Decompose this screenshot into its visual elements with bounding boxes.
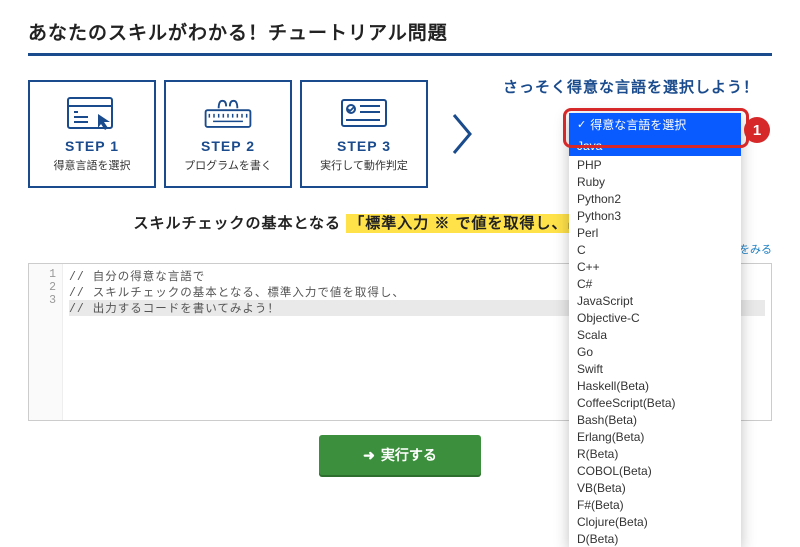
dropdown-item[interactable]: C <box>569 241 741 258</box>
dropdown-item[interactable]: Python2 <box>569 190 741 207</box>
dropdown-item[interactable]: Scala <box>569 326 741 343</box>
dropdown-item[interactable]: PHP <box>569 156 741 173</box>
dropdown-item[interactable]: Perl <box>569 224 741 241</box>
step-2-name: STEP 2 <box>201 138 255 154</box>
check-icon: ✓ <box>577 118 586 131</box>
dropdown-item[interactable]: Swift <box>569 360 741 377</box>
dropdown-item-hover[interactable]: Java <box>569 136 741 156</box>
dropdown-item[interactable]: Go <box>569 343 741 360</box>
step-3-card: STEP 3 実行して動作判定 <box>300 80 428 188</box>
dropdown-item[interactable]: Erlang(Beta) <box>569 428 741 445</box>
dropdown-item[interactable]: Python3 <box>569 207 741 224</box>
dropdown-item[interactable]: Haskell(Beta) <box>569 377 741 394</box>
step-1-desc: 得意言語を選択 <box>54 157 131 173</box>
dropdown-item[interactable]: CoffeeScript(Beta) <box>569 394 741 411</box>
steps-row: STEP 1 得意言語を選択 STEP 2 プログラムを書く STEP 3 実行… <box>28 80 490 188</box>
line-number: 1 <box>29 268 56 281</box>
run-check-icon <box>336 92 392 132</box>
dropdown-item[interactable]: Objective-C <box>569 309 741 326</box>
subhead-pre: スキルチェックの基本となる <box>133 215 341 232</box>
run-button-label: 実行する <box>381 447 437 463</box>
dropdown-item[interactable]: R(Beta) <box>569 445 741 462</box>
run-arrow-icon: ➜ <box>363 447 375 463</box>
step-3-name: STEP 3 <box>337 138 391 154</box>
step-1-card: STEP 1 得意言語を選択 <box>28 80 156 188</box>
line-number: 3 <box>29 294 56 307</box>
run-button[interactable]: ➜ 実行する <box>319 435 481 475</box>
dropdown-item[interactable]: C# <box>569 275 741 292</box>
dropdown-item[interactable]: Ruby <box>569 173 741 190</box>
dropdown-item[interactable]: D(Beta) <box>569 530 741 547</box>
step-2-desc: プログラムを書く <box>184 157 272 173</box>
dropdown-item[interactable]: C++ <box>569 258 741 275</box>
select-lang-prompt: さっそく得意な言語を選択しよう！ <box>490 80 772 107</box>
page-title: あなたのスキルがわかる！チュートリアル問題 <box>28 18 772 56</box>
select-lang-icon <box>64 92 120 132</box>
dropdown-item[interactable]: JavaScript <box>569 292 741 309</box>
dropdown-selected-label: 得意な言語を選択 <box>590 116 686 133</box>
step-3-desc: 実行して動作判定 <box>320 157 408 173</box>
keyboard-icon <box>200 92 256 132</box>
dropdown-list: PHPRubyPython2Python3PerlCC++C#JavaScrip… <box>569 156 741 547</box>
dropdown-item[interactable]: Bash(Beta) <box>569 411 741 428</box>
line-gutter: 1 2 3 <box>29 264 63 420</box>
dropdown-item[interactable]: VB(Beta) <box>569 479 741 496</box>
chevron-right-icon <box>446 80 480 188</box>
step-1-name: STEP 1 <box>65 138 119 154</box>
dropdown-item[interactable]: COBOL(Beta) <box>569 462 741 479</box>
dropdown-selected[interactable]: ✓ 得意な言語を選択 <box>569 113 741 136</box>
step-2-card: STEP 2 プログラムを書く <box>164 80 292 188</box>
cta-text: さっそく得意な言語を選択しよう！ <box>490 76 772 97</box>
dropdown-item[interactable]: F#(Beta) <box>569 496 741 513</box>
line-number: 2 <box>29 281 56 294</box>
language-select-dropdown[interactable]: ✓ 得意な言語を選択 Java PHPRubyPython2Python3Per… <box>569 113 741 547</box>
